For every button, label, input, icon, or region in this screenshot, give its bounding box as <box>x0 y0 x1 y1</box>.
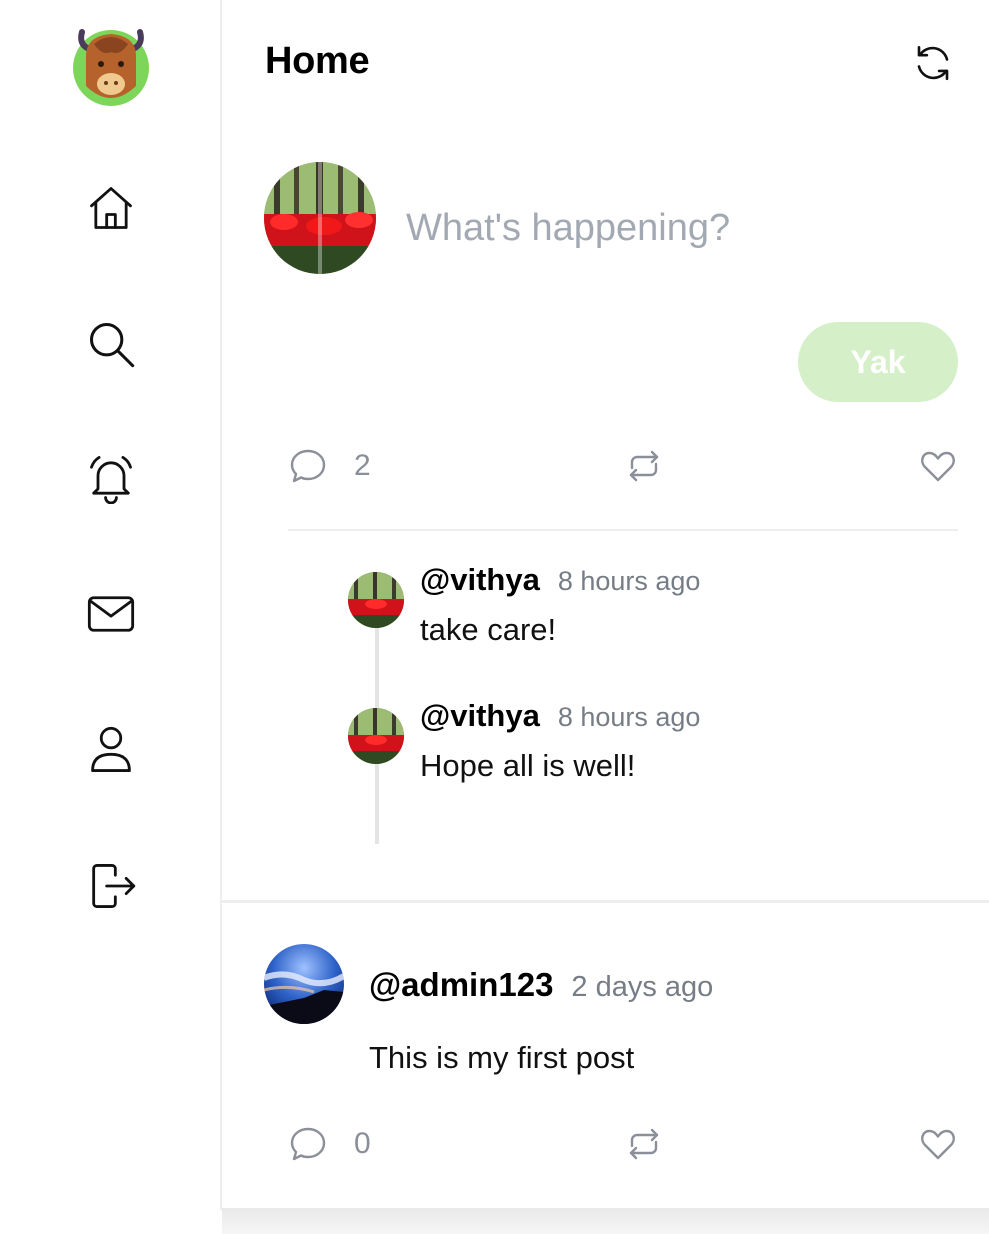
reply-avatar[interactable] <box>348 572 404 628</box>
logout-icon <box>92 864 136 908</box>
heart-icon <box>921 1129 955 1160</box>
search-icon <box>89 322 135 368</box>
post-timestamp: 2 days ago <box>571 971 714 1003</box>
page-title: Home <box>265 40 370 82</box>
composer-input[interactable] <box>406 196 946 260</box>
composer-avatar <box>264 162 376 274</box>
reply-header: @vithya 8 hours ago <box>420 698 700 734</box>
comment-button[interactable]: 0 <box>288 1124 371 1164</box>
reply-avatar[interactable] <box>348 708 404 764</box>
comment-count: 2 <box>354 449 371 482</box>
yak-button[interactable]: Yak <box>798 322 958 402</box>
repost-icon <box>629 450 659 482</box>
comment-icon <box>290 1127 326 1161</box>
reply-timestamp: 8 hours ago <box>557 702 701 732</box>
reply-timestamp: 8 hours ago <box>557 566 701 596</box>
bottom-edge <box>222 1208 989 1234</box>
nav-logout[interactable] <box>83 858 139 914</box>
post-divider <box>222 900 989 903</box>
bell-icon <box>90 456 132 504</box>
post-text: This is my first post <box>369 1040 635 1075</box>
post-avatar[interactable] <box>264 944 344 1024</box>
user-icon <box>91 726 131 772</box>
refresh-button[interactable] <box>910 40 956 86</box>
comment-icon <box>290 449 326 483</box>
post-handle[interactable]: @admin123 <box>369 966 553 1004</box>
reply-handle[interactable]: @vithya <box>420 562 540 598</box>
sidebar <box>0 0 222 1210</box>
comment-button[interactable]: 2 <box>288 446 371 486</box>
reyak-button[interactable] <box>624 446 664 486</box>
like-button[interactable] <box>918 446 958 486</box>
divider <box>288 529 958 531</box>
heart-icon <box>921 451 955 482</box>
nav-notifications[interactable] <box>83 450 139 506</box>
refresh-icon <box>917 45 949 81</box>
reply-text: Hope all is well! <box>420 748 636 783</box>
repost-icon <box>629 1128 659 1160</box>
home-icon <box>90 187 132 229</box>
nav-messages[interactable] <box>83 586 139 642</box>
reyak-button[interactable] <box>624 1124 664 1164</box>
reply-handle[interactable]: @vithya <box>420 698 540 734</box>
bison-logo-icon[interactable] <box>72 26 150 106</box>
post-header: @admin123 2 days ago <box>369 966 713 1004</box>
nav-home[interactable] <box>83 180 139 236</box>
nav-explore[interactable] <box>83 316 139 372</box>
nav-profile[interactable] <box>83 722 139 778</box>
like-button[interactable] <box>918 1124 958 1164</box>
thread-actions: 2 <box>288 446 958 496</box>
mail-icon <box>87 596 135 632</box>
post-actions: 0 <box>288 1124 958 1174</box>
comment-count: 0 <box>354 1127 371 1160</box>
main-feed: Home Yak <box>222 0 989 1210</box>
reply-header: @vithya 8 hours ago <box>420 562 700 598</box>
reply-text: take care! <box>420 612 557 647</box>
